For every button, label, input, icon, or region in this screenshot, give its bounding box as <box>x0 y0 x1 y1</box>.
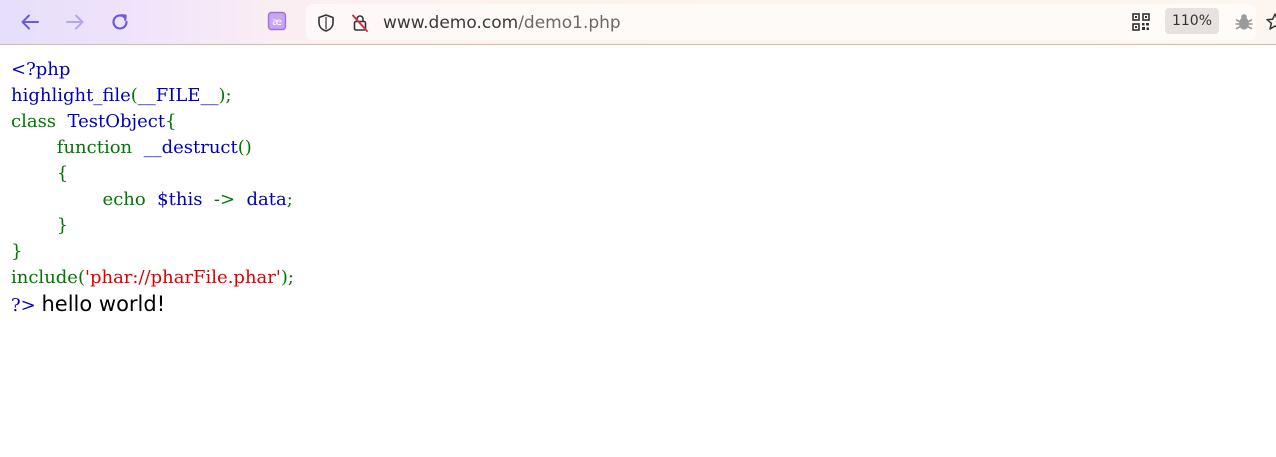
code-prop-data: data <box>246 189 287 210</box>
code-brace: } <box>11 241 23 262</box>
code-paren-semicolon: ); <box>280 267 294 288</box>
code-fn-highlight-file: highlight_file <box>11 85 131 106</box>
page-content: <?php highlight_file(__FILE__); class Te… <box>11 57 1261 319</box>
zoom-level-button[interactable]: 110% <box>1165 8 1219 34</box>
reader-mode-button[interactable]: æ <box>265 9 289 33</box>
bookmark-star-icon <box>1266 13 1276 30</box>
extension-button[interactable] <box>1233 11 1255 33</box>
tracking-protection-button[interactable] <box>315 12 337 34</box>
reader-mode-icon: æ <box>267 11 287 31</box>
url-text[interactable]: www.demo.com/demo1.php <box>383 12 621 34</box>
code-const-file: __FILE__ <box>137 85 219 106</box>
insecure-connection-icon <box>352 14 368 32</box>
php-source-code: <?php highlight_file(__FILE__); class Te… <box>11 57 1261 319</box>
code-method-name: __destruct <box>143 137 238 158</box>
code-fn-include: include <box>11 267 78 288</box>
code-line-php-open: <?php <box>11 59 71 80</box>
url-host: www.demo.com <box>383 13 519 33</box>
script-output-text: hello world! <box>41 292 166 316</box>
bookmark-button[interactable] <box>1264 11 1276 33</box>
browser-toolbar: æ www.demo.com/demo1.php 110% <box>0 0 1276 45</box>
address-bar[interactable]: www.demo.com/demo1.php 110% <box>306 4 1276 40</box>
qr-code-button[interactable] <box>1130 11 1152 33</box>
back-button[interactable] <box>17 9 43 35</box>
code-var-this: $this <box>157 189 203 210</box>
code-brace: } <box>56 215 69 236</box>
code-arrow: -> <box>213 189 236 210</box>
back-arrow-icon <box>21 14 39 30</box>
reload-button[interactable] <box>107 9 133 35</box>
code-string-phar-path: 'phar://pharFile.phar' <box>85 267 281 288</box>
forward-arrow-icon <box>66 14 84 30</box>
url-path: /demo1.php <box>518 13 621 33</box>
code-paren-pair: () <box>237 137 252 158</box>
code-semicolon: ; <box>286 189 293 210</box>
code-brace: { <box>56 163 69 184</box>
code-kw-class: class <box>11 111 57 132</box>
svg-text:æ: æ <box>272 17 282 28</box>
code-paren: ( <box>77 267 85 288</box>
tracking-shield-icon <box>318 14 334 32</box>
forward-button[interactable] <box>62 9 88 35</box>
bug-extension-icon <box>1235 14 1253 30</box>
code-class-name: TestObject <box>67 111 166 132</box>
qr-code-icon <box>1132 13 1150 31</box>
code-paren-semicolon: ); <box>218 85 232 106</box>
code-paren: ( <box>130 85 138 106</box>
code-brace: { <box>165 111 177 132</box>
reload-icon <box>112 14 128 30</box>
site-info-button[interactable] <box>349 12 371 34</box>
code-kw-echo: echo <box>102 189 146 210</box>
code-kw-function: function <box>56 137 133 158</box>
code-line-php-close: ?> <box>11 295 36 316</box>
